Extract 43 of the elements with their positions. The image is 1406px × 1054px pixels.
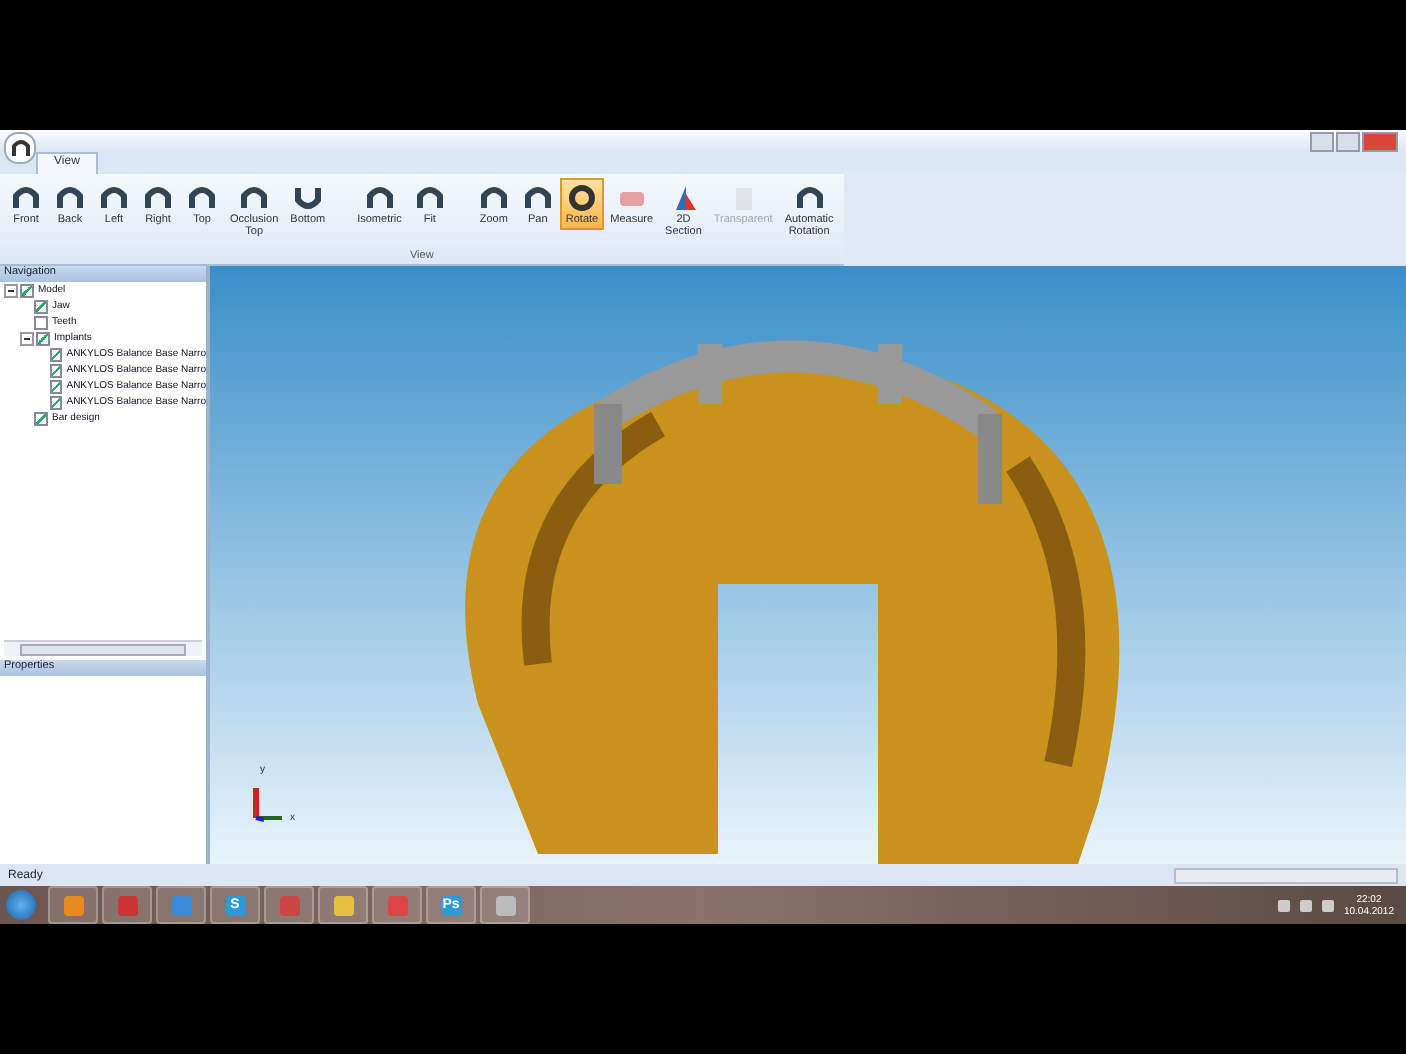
taskbar-button[interactable] xyxy=(48,886,98,924)
app-icon xyxy=(495,895,515,915)
arch-logo-icon xyxy=(9,137,31,157)
app-icon xyxy=(63,895,83,915)
checkbox[interactable] xyxy=(50,379,63,393)
arch-icon xyxy=(521,182,554,214)
taskbar-button[interactable] xyxy=(264,886,314,924)
arch-icon xyxy=(413,182,446,214)
arch-icon xyxy=(186,182,218,214)
arch-icon xyxy=(54,182,86,214)
close-button[interactable] xyxy=(1362,131,1398,151)
arch-icon xyxy=(10,182,42,214)
bottom-icon xyxy=(291,182,324,214)
checkbox[interactable] xyxy=(20,283,34,297)
taskbar-button[interactable] xyxy=(480,886,530,924)
horizontal-scrollbar[interactable] xyxy=(4,640,202,656)
application-menu-button[interactable] xyxy=(4,131,36,163)
arch-icon xyxy=(98,182,130,214)
checkbox[interactable] xyxy=(34,411,48,425)
checkbox[interactable] xyxy=(50,395,63,409)
app-icon xyxy=(117,895,137,915)
checkbox[interactable] xyxy=(36,331,50,345)
start-button[interactable] xyxy=(6,890,36,920)
arch-icon xyxy=(363,182,396,214)
taskbar-button[interactable] xyxy=(102,886,152,924)
expander-icon[interactable] xyxy=(4,283,18,297)
checkbox[interactable] xyxy=(34,315,48,329)
rotate-icon xyxy=(566,182,599,214)
taskbar-button[interactable] xyxy=(318,886,368,924)
arch-icon xyxy=(793,182,826,214)
checkbox[interactable] xyxy=(34,299,48,313)
app-icon xyxy=(171,895,191,915)
maximize-button[interactable] xyxy=(1336,131,1360,151)
arch-icon xyxy=(142,182,174,214)
minimize-button[interactable] xyxy=(1310,131,1334,151)
expander-icon[interactable] xyxy=(20,331,34,345)
arch-icon xyxy=(477,182,510,214)
app-icon xyxy=(333,895,353,915)
checkbox[interactable] xyxy=(50,347,63,361)
arch-icon xyxy=(238,182,271,214)
checkbox[interactable] xyxy=(50,363,63,377)
app-icon xyxy=(279,895,299,915)
app-icon xyxy=(387,895,407,915)
